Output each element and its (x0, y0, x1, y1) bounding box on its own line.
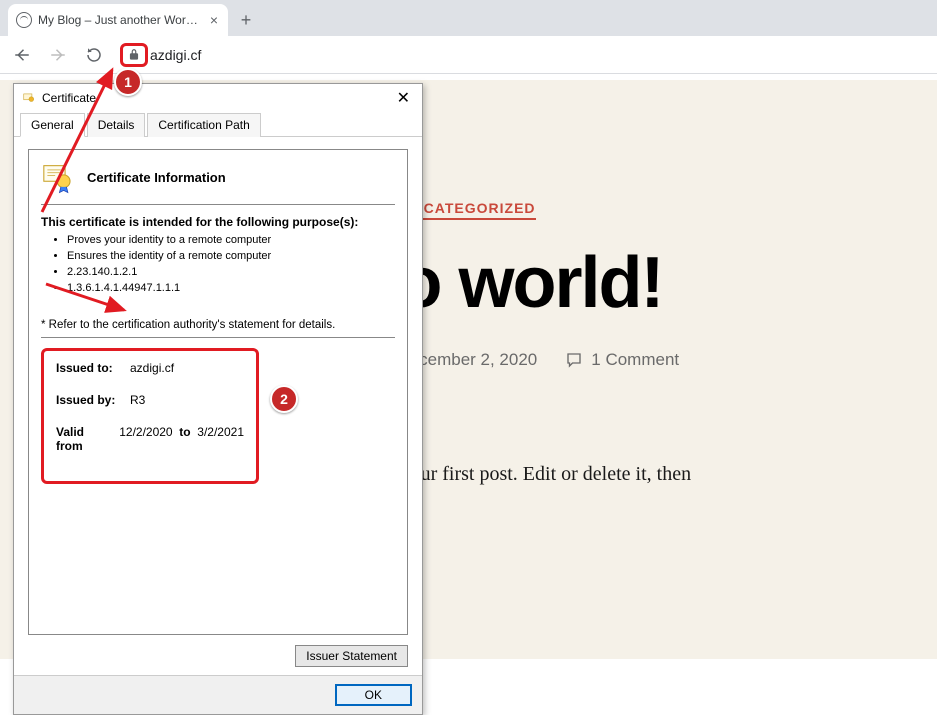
site-info-lock[interactable] (120, 43, 148, 67)
arrow-left-icon (13, 46, 31, 64)
annotation-badge-1: 1 (114, 68, 142, 96)
new-tab-button[interactable]: + (232, 6, 260, 34)
issued-by-value: R3 (130, 393, 145, 407)
tab-certification-path[interactable]: Certification Path (147, 113, 260, 137)
dialog-close-button[interactable]: ✕ (393, 88, 414, 108)
tab-close-icon[interactable]: × (208, 12, 220, 28)
certificate-dialog: Certificate ✕ General Details Certificat… (13, 83, 423, 715)
cert-purpose-item: 2.23.140.1.2.1 (67, 265, 395, 281)
tab-title: My Blog – Just another WordPress (38, 13, 202, 27)
dialog-titlebar: Certificate ✕ (14, 84, 422, 110)
cert-purpose-item: Ensures the identity of a remote compute… (67, 249, 395, 265)
cert-fields-box: Issued to: azdigi.cf Issued by: R3 Valid… (41, 348, 259, 484)
globe-icon (16, 12, 32, 28)
cert-purpose-item: Proves your identity to a remote compute… (67, 233, 395, 249)
cert-note: * Refer to the certification authority's… (41, 319, 395, 338)
post-comments[interactable]: 1 Comment (565, 350, 679, 370)
annotation-badge-2: 2 (270, 385, 298, 413)
valid-to-value: 3/2/2021 (197, 425, 244, 453)
tab-details[interactable]: Details (87, 113, 146, 137)
issued-to-label: Issued to: (56, 361, 130, 375)
cert-purpose-list: Proves your identity to a remote compute… (41, 233, 395, 297)
valid-to-label: to (179, 425, 190, 453)
issued-by-label: Issued by: (56, 393, 130, 407)
valid-from-label: Valid from (56, 425, 113, 453)
reload-icon (85, 46, 103, 64)
reload-button[interactable] (80, 41, 108, 69)
back-button[interactable] (8, 41, 36, 69)
cert-purpose-intro: This certificate is intended for the fol… (41, 215, 395, 229)
lock-icon (127, 48, 141, 62)
address-bar[interactable]: azdigi.cf (120, 43, 201, 67)
cert-panel: Certificate Information This certificate… (28, 149, 408, 635)
browser-tab[interactable]: My Blog – Just another WordPress × (8, 4, 228, 36)
arrow-right-icon (49, 46, 67, 64)
forward-button[interactable] (44, 41, 72, 69)
certificate-icon (22, 91, 36, 105)
valid-from-value: 12/2/2020 (119, 425, 172, 453)
url-text: azdigi.cf (150, 47, 201, 63)
cert-purpose-item: 1.3.6.1.4.1.44947.1.1.1 (67, 281, 395, 297)
certificate-large-icon (41, 160, 75, 194)
dialog-title: Certificate (42, 91, 96, 105)
cert-heading: Certificate Information (87, 170, 226, 185)
browser-toolbar: azdigi.cf (0, 36, 937, 74)
dialog-tabs: General Details Certification Path (14, 112, 422, 137)
issued-to-value: azdigi.cf (130, 361, 174, 375)
issuer-statement-button[interactable]: Issuer Statement (295, 645, 408, 667)
tab-general[interactable]: General (20, 113, 85, 137)
ok-button[interactable]: OK (335, 684, 412, 706)
comments-text: 1 Comment (591, 350, 679, 370)
tab-strip: My Blog – Just another WordPress × + (0, 0, 937, 36)
comment-icon (565, 351, 583, 369)
